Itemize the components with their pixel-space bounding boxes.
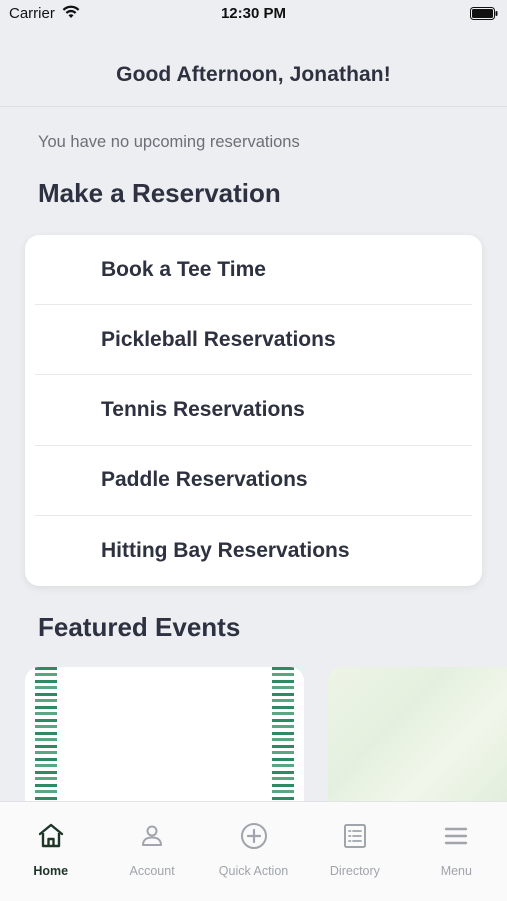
reservation-item-paddle[interactable]: Paddle Reservations: [35, 446, 472, 516]
tab-label: Directory: [329, 864, 380, 878]
tab-account[interactable]: Account: [101, 802, 202, 901]
reservation-item-pickleball[interactable]: Pickleball Reservations: [35, 305, 472, 376]
home-icon: [36, 821, 66, 856]
reservation-item-label: Paddle Reservations: [101, 468, 308, 492]
reservation-card: Book a Tee Time Pickleball Reservations …: [25, 235, 482, 586]
tab-bar: Home Account Quick Action Directory Menu: [0, 801, 507, 901]
no-reservations-message: You have no upcoming reservations: [38, 133, 300, 151]
reservation-item-label: Tennis Reservations: [101, 397, 305, 421]
greeting-title: Good Afternoon, Jonathan!: [116, 63, 391, 86]
featured-event-card[interactable]: [328, 667, 507, 817]
tab-home[interactable]: Home: [0, 802, 101, 901]
tab-directory[interactable]: Directory: [304, 802, 405, 901]
tab-label: Quick Action: [218, 864, 289, 878]
reservation-item-hitting-bay[interactable]: Hitting Bay Reservations: [35, 516, 472, 586]
list-icon: [340, 821, 370, 856]
tab-menu[interactable]: Menu: [406, 802, 507, 901]
plus-circle-icon: [239, 821, 269, 856]
person-icon: [137, 821, 167, 856]
featured-event-card[interactable]: [25, 667, 304, 817]
tab-label: Menu: [440, 864, 472, 878]
decorative-border: [272, 667, 294, 817]
header: Good Afternoon, Jonathan!: [0, 30, 507, 107]
reservation-item-tee-time[interactable]: Book a Tee Time: [35, 235, 472, 306]
tab-label: Account: [129, 864, 175, 878]
battery-icon: [470, 7, 498, 24]
reservation-item-label: Book a Tee Time: [101, 257, 266, 281]
status-time: 12:30 PM: [220, 5, 287, 22]
tab-label: Home: [33, 864, 69, 878]
reservation-item-label: Pickleball Reservations: [101, 327, 336, 351]
status-bar: Carrier 12:30 PM: [0, 0, 507, 30]
featured-events-title: Featured Events: [38, 612, 241, 642]
reservation-item-label: Hitting Bay Reservations: [101, 538, 350, 562]
hamburger-icon: [441, 821, 471, 856]
decorative-border: [35, 667, 57, 817]
make-reservation-title: Make a Reservation: [38, 178, 281, 208]
reservation-item-tennis[interactable]: Tennis Reservations: [35, 375, 472, 446]
tab-quick-action[interactable]: Quick Action: [203, 802, 304, 901]
